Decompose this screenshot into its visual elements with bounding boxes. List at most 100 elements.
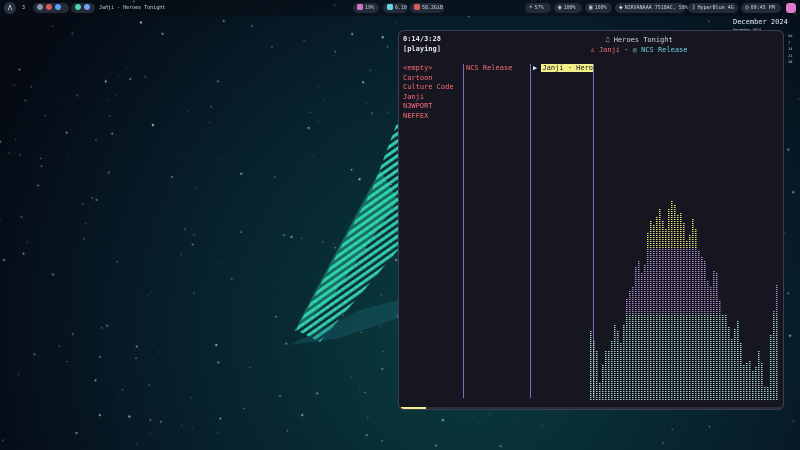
visualizer-dot bbox=[674, 227, 676, 228]
visualizer-dot bbox=[656, 221, 658, 222]
visualizer-dot bbox=[665, 329, 667, 330]
memory-indicator[interactable]: 58.2GiB bbox=[410, 3, 444, 13]
calendar-day[interactable]: 28 bbox=[788, 59, 797, 65]
visualizer-dot bbox=[689, 337, 691, 338]
visualizer-dot bbox=[689, 241, 691, 242]
visualizer-dot bbox=[701, 343, 703, 344]
visualizer-dot bbox=[680, 267, 682, 268]
cpu-indicator[interactable]: 19% bbox=[353, 3, 379, 13]
visualizer-dot bbox=[602, 367, 604, 368]
artist-item[interactable]: Culture Code bbox=[403, 83, 461, 93]
visualizer-dot bbox=[680, 235, 682, 236]
workspace-number[interactable]: 3 bbox=[22, 3, 25, 13]
visualizer-dot bbox=[689, 257, 691, 258]
bluetooth-indicator[interactable]: ᛒ HyperBlue 4G bbox=[688, 3, 738, 13]
visualizer-dot bbox=[686, 393, 688, 394]
artists-column[interactable]: <empty> Cartoon Culture Code Janji N3WPORT NE… bbox=[403, 64, 461, 398]
visualizer-dot bbox=[680, 369, 682, 370]
visualizer-dot bbox=[659, 253, 661, 254]
visualizer-dot bbox=[692, 395, 694, 396]
visualizer-dot bbox=[716, 369, 718, 370]
visualizer-dot bbox=[626, 343, 628, 344]
visualizer-dot bbox=[674, 281, 676, 282]
visualizer-dot bbox=[608, 383, 610, 384]
visualizer-dot bbox=[692, 383, 694, 384]
visualizer-dot bbox=[686, 371, 688, 372]
visualizer-dot bbox=[713, 385, 715, 386]
visualizer-dot bbox=[671, 235, 673, 236]
track-item[interactable]: ▶ Janji - Hero bbox=[533, 64, 595, 74]
visualizer-dot bbox=[776, 349, 778, 350]
visualizer-dot bbox=[659, 261, 661, 262]
artist-item[interactable]: N3WPORT bbox=[403, 102, 461, 112]
visualizer-dot bbox=[674, 251, 676, 252]
artist-item[interactable]: NEFFEX bbox=[403, 112, 461, 122]
progress-bar[interactable] bbox=[401, 407, 781, 409]
visualizer-dot bbox=[695, 317, 697, 318]
kernel-indicator[interactable]: 6.10 bbox=[383, 3, 407, 13]
visualizer-dot bbox=[629, 385, 631, 386]
visualizer-dot bbox=[770, 397, 772, 398]
visualizer-dot bbox=[659, 297, 661, 298]
volume-input-indicator[interactable]: ▣ 100% bbox=[585, 3, 612, 13]
network-indicator[interactable]: ◆ NIRVANAAA 7518AC, 58% bbox=[615, 3, 688, 13]
brightness-indicator[interactable]: ☀ 57% bbox=[525, 3, 551, 13]
clock[interactable]: ◷ 09:45 PM bbox=[741, 3, 781, 13]
visualizer-dot bbox=[689, 333, 691, 334]
visualizer-dot bbox=[737, 329, 739, 330]
visualizer-dot bbox=[680, 365, 682, 366]
visualizer-dot bbox=[602, 397, 604, 398]
visualizer-dot bbox=[689, 315, 691, 316]
artist-item[interactable]: Cartoon bbox=[403, 74, 461, 84]
visualizer-dot bbox=[665, 399, 667, 400]
volume-output-indicator[interactable]: ◉ 100% bbox=[554, 3, 582, 13]
visualizer-dot bbox=[641, 379, 643, 380]
visualizer-dot bbox=[668, 339, 670, 340]
visualizer-dot bbox=[632, 389, 634, 390]
arch-launcher-icon[interactable]: Λ bbox=[4, 2, 16, 14]
visualizer-dot bbox=[707, 313, 709, 314]
visualizer-dot bbox=[647, 337, 649, 338]
visualizer-dot bbox=[647, 373, 649, 374]
visualizer-dot bbox=[626, 341, 628, 342]
visualizer-dot bbox=[605, 375, 607, 376]
visualizer-dot bbox=[674, 229, 676, 230]
visualizer-dot bbox=[635, 389, 637, 390]
albums-column[interactable]: NCS Release bbox=[466, 64, 528, 398]
artist-item[interactable]: Janji bbox=[403, 93, 461, 103]
visualizer-dot bbox=[698, 265, 700, 266]
visualizer-dot bbox=[770, 389, 772, 390]
visualizer-dot bbox=[653, 263, 655, 264]
artist-item[interactable]: <empty> bbox=[403, 64, 461, 74]
visualizer-dot bbox=[722, 357, 724, 358]
visualizer-dot bbox=[743, 391, 745, 392]
visualizer-dot bbox=[626, 337, 628, 338]
visualizer-dot bbox=[680, 231, 682, 232]
visualizer-dot bbox=[680, 215, 682, 216]
visualizer-dot bbox=[713, 381, 715, 382]
visualizer-dot bbox=[626, 375, 628, 376]
tray-icons[interactable] bbox=[33, 3, 69, 13]
visualizer-dot bbox=[647, 375, 649, 376]
visualizer-dot bbox=[668, 399, 670, 400]
visualizer-dot bbox=[749, 361, 751, 362]
visualizer-dot bbox=[677, 373, 679, 374]
visualizer-dot bbox=[653, 337, 655, 338]
visualizer-dot bbox=[683, 307, 685, 308]
visualizer-dot bbox=[590, 339, 592, 340]
tracks-column[interactable]: ▶ Janji - Hero bbox=[533, 64, 595, 398]
visualizer-dot bbox=[770, 393, 772, 394]
visualizer-dot bbox=[761, 367, 763, 368]
power-menu-icon[interactable] bbox=[786, 3, 796, 13]
visualizer-dot bbox=[734, 363, 736, 364]
visualizer-dot bbox=[683, 357, 685, 358]
visualizer-dot bbox=[653, 267, 655, 268]
visualizer-dot bbox=[677, 329, 679, 330]
visualizer-dot bbox=[659, 299, 661, 300]
status-icons[interactable] bbox=[71, 3, 95, 13]
visualizer-dot bbox=[695, 325, 697, 326]
music-player-window[interactable]: 0:14/3:28 [playing] ♫ Heroes Tonight ♙ J… bbox=[398, 30, 784, 410]
album-item[interactable]: NCS Release bbox=[466, 64, 528, 74]
visualizer-dot bbox=[680, 357, 682, 358]
visualizer-dot bbox=[668, 295, 670, 296]
